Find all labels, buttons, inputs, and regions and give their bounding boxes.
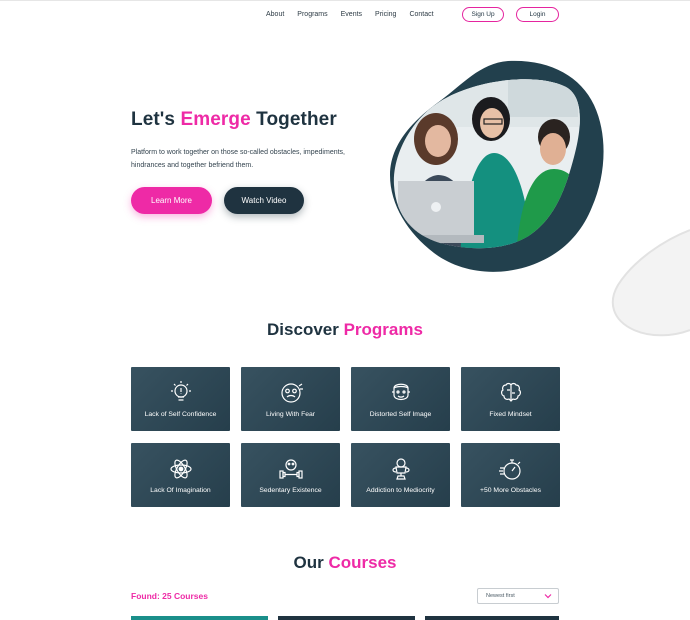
program-card-label: Fixed Mindset	[489, 410, 532, 418]
course-card[interactable]	[278, 616, 415, 620]
hero-title-prefix: Let's	[131, 109, 181, 130]
hero-title-highlight: Emerge	[180, 109, 251, 130]
nav-link-programs[interactable]: Programs	[297, 9, 327, 21]
program-card-label: Living With Fear	[265, 410, 316, 418]
program-card[interactable]: Lack Of Imagination	[131, 443, 230, 507]
courses-found-count: Found: 25 Courses	[131, 591, 208, 601]
sign-up-button[interactable]: Sign Up	[462, 7, 504, 22]
brain-icon	[500, 382, 521, 402]
learn-more-button[interactable]: Learn More	[131, 187, 212, 214]
program-card[interactable]: Distorted Self Image	[351, 367, 450, 431]
hero-title: Let's Emerge Together	[131, 109, 337, 131]
program-card-label: Addiction to Mediocrity	[366, 486, 435, 494]
program-card-label: +50 More Obstacles	[479, 486, 541, 494]
programs-title-highlight: Programs	[343, 320, 423, 339]
login-button[interactable]: Login	[516, 7, 559, 22]
program-card[interactable]: Addiction to Mediocrity	[351, 443, 450, 507]
course-card[interactable]	[131, 616, 268, 620]
fear-face-icon	[280, 382, 303, 403]
programs-title-prefix: Discover	[267, 320, 344, 339]
program-card[interactable]: +50 More Obstacles	[461, 443, 560, 507]
trophy-icon	[391, 457, 410, 480]
hero-title-suffix: Together	[250, 109, 337, 130]
program-card[interactable]: Fixed Mindset	[461, 367, 560, 431]
course-card[interactable]	[425, 616, 559, 620]
hero-image	[390, 60, 604, 272]
sort-select-value: Newest first	[486, 593, 515, 599]
face-icon	[391, 383, 410, 400]
courses-title-highlight: Courses	[328, 553, 397, 572]
program-card[interactable]: Living With Fear	[241, 367, 340, 431]
nav-link-pricing[interactable]: Pricing	[375, 9, 396, 21]
program-card-label: Lack Of Imagination	[150, 486, 211, 494]
atom-icon	[169, 459, 192, 478]
nav-link-about[interactable]: About	[266, 9, 284, 21]
lightbulb-icon	[170, 380, 191, 401]
programs-section-title: Discover Programs	[0, 320, 690, 340]
sort-select[interactable]: Newest first	[477, 588, 559, 604]
chevron-down-icon	[544, 594, 552, 599]
program-card-label: Sedentary Existence	[259, 486, 322, 494]
program-card[interactable]: Sedentary Existence	[241, 443, 340, 507]
courses-title-prefix: Our	[293, 553, 329, 572]
watch-video-button[interactable]: Watch Video	[224, 187, 304, 214]
nav-link-events[interactable]: Events	[341, 9, 362, 21]
dumbbell-icon	[278, 458, 303, 479]
stopwatch-icon	[498, 458, 521, 480]
program-grid: Lack of Self Confidence Living With Fear…	[131, 367, 560, 507]
hero-description: Platform to work together on those so-ca…	[131, 149, 345, 169]
program-card-label: Distorted Self Image	[369, 410, 432, 418]
program-card[interactable]: Lack of Self Confidence	[131, 367, 230, 431]
main-nav: About Programs Events Pricing Contact	[266, 9, 447, 21]
program-card-label: Lack of Self Confidence	[144, 410, 217, 418]
nav-link-contact[interactable]: Contact	[409, 9, 433, 21]
top-divider	[0, 0, 690, 1]
courses-section-title: Our Courses	[0, 553, 690, 573]
